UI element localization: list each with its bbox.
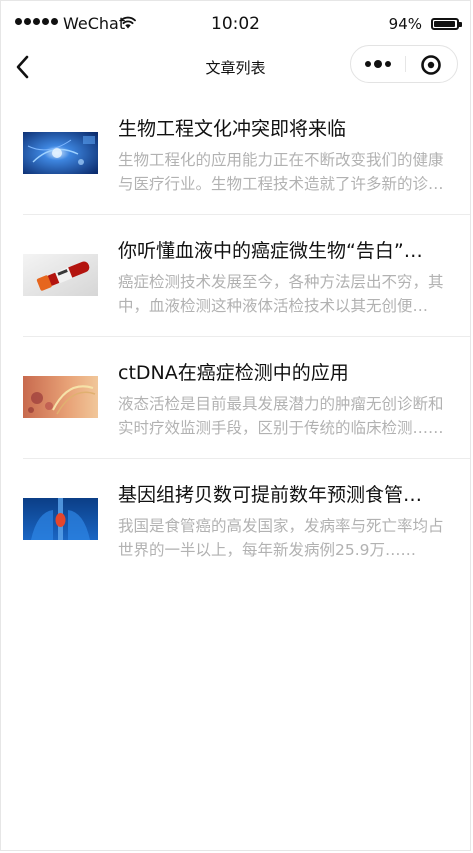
article-item[interactable]: 生物工程文化冲突即将来临 生物工程化的应用能力正在不断改变我们的健康与医疗行业。… [1,93,470,215]
article-thumbnail [23,132,98,174]
article-thumbnail [23,498,98,540]
article-summary: 生物工程化的应用能力正在不断改变我们的健康与医疗行业。生物工程技术造就了许多新的… [118,151,444,193]
nav-bar: 文章列表 [1,45,470,89]
article-item[interactable]: ctDNA在癌症检测中的应用 液态活检是目前最具发展潜力的肿瘤无创诊断和实时疗效… [1,337,470,459]
target-circle-icon [421,55,441,75]
status-bar: WeChat 10:02 94% [1,1,470,45]
close-mini-program-button[interactable] [406,46,458,82]
blood-tube-image [23,254,98,296]
article-summary: 癌症检测技术发展至今，各种方法层出不穷，其中，血液检测这种液体活检技术以其无创便… [118,273,444,315]
article-item[interactable]: 基因组拷贝数可提前数年预测食管癌风险 我国是食管癌的高发国家，发病率与死亡率均占… [1,459,470,581]
more-button[interactable] [351,46,405,82]
article-title: ctDNA在癌症检测中的应用 [118,362,349,384]
biotech-image [23,132,98,174]
article-summary: 我国是食管癌的高发国家，发病率与死亡率均占世界的一半以上，每年新发病例25.9万… [118,517,444,559]
article-list: 生物工程文化冲突即将来临 生物工程化的应用能力正在不断改变我们的健康与医疗行业。… [1,93,470,581]
article-summary: 液态活检是目前最具发展潜力的肿瘤无创诊断和实时疗效监测手段，区别于传统的临床检测… [118,395,444,437]
article-thumbnail [23,376,98,418]
more-dots-icon [365,60,391,68]
battery-icon [431,18,462,30]
mini-program-capsule [350,45,458,83]
article-item[interactable]: 你听懂血液中的癌症微生物“告白”了吗 癌症检测技术发展至今，各种方法层出不穷，其… [1,215,470,337]
esophagus-image [23,498,98,540]
phone-screen: WeChat 10:02 94% 文章列表 生物工程文化冲突即将来临 生物工程化… [0,0,471,851]
dna-cells-image [23,376,98,418]
battery-fill [434,21,455,27]
article-thumbnail [23,254,98,296]
battery-percent: 94% [388,15,422,33]
article-title: 生物工程文化冲突即将来临 [118,118,347,140]
article-title: 基因组拷贝数可提前数年预测食管癌风险 [118,484,438,506]
article-title: 你听懂血液中的癌症微生物“告白”了吗 [118,240,438,262]
